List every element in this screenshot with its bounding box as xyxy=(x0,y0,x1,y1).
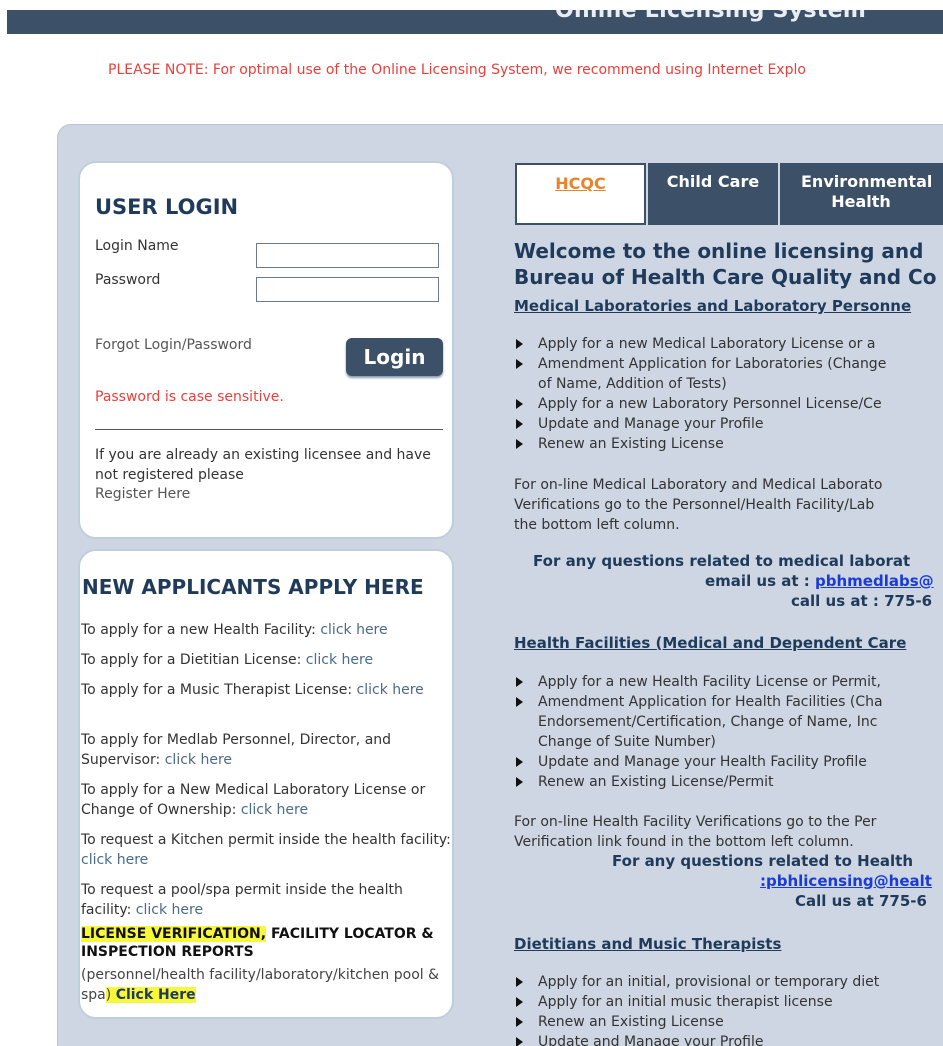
bullet-icon xyxy=(516,757,523,767)
register-link[interactable]: Register Here xyxy=(95,486,190,502)
list-item: Update and Manage your Profile xyxy=(514,414,943,434)
apply-item-text: To apply for Medlab Personnel, Director,… xyxy=(81,732,392,768)
section-medical-labs-title[interactable]: Medical Laboratories and Laboratory Pers… xyxy=(514,297,911,315)
bullet-icon xyxy=(516,997,523,1007)
dietitians-list: Apply for an initial, provisional or tem… xyxy=(514,972,943,1046)
bullet-icon xyxy=(516,1017,523,1027)
app-title: Online Licensing System xyxy=(555,10,867,23)
list-item: Apply for an initial, provisional or tem… xyxy=(514,972,943,992)
login-name-input[interactable] xyxy=(256,243,439,268)
bullet-icon xyxy=(516,777,523,787)
apply-item: To request a Kitchen permit inside the h… xyxy=(81,830,453,870)
list-item: Apply for an initial music therapist lic… xyxy=(514,992,943,1012)
welcome-line-2: Bureau of Health Care Quality and Co xyxy=(514,265,937,289)
medical-labs-phone: call us at : 775-6 xyxy=(791,592,933,610)
apply-item: To apply for a New Medical Laboratory Li… xyxy=(81,780,453,820)
tab-environmental-health-label: Environmental Health xyxy=(801,172,933,211)
health-facilities-list: Apply for a new Health Facility License … xyxy=(514,672,943,792)
list-item: Apply for a new Health Facility License … xyxy=(514,672,943,692)
list-item: Update and Manage your Profile xyxy=(514,1032,943,1046)
apply-item-text: To apply for a Music Therapist License: xyxy=(81,682,357,698)
divider xyxy=(95,429,443,430)
login-name-label: Login Name xyxy=(95,238,179,254)
medical-labs-list: Apply for a new Medical Laboratory Licen… xyxy=(514,334,943,454)
list-item: Amendment Application for Laboratories (… xyxy=(514,354,943,374)
license-verification-link[interactable]: Click Here xyxy=(115,987,196,1003)
bullet-icon xyxy=(516,359,523,369)
login-button[interactable]: Login xyxy=(346,338,443,376)
password-label: Password xyxy=(95,272,161,288)
list-item: Update and Manage your Health Facility P… xyxy=(514,752,943,772)
forgot-login-link[interactable]: Forgot Login/Password xyxy=(95,337,252,353)
list-item: Renew an Existing License xyxy=(514,1012,943,1032)
bullet-icon xyxy=(516,439,523,449)
apply-health-facility-link[interactable]: click here xyxy=(320,622,387,638)
medical-labs-email-line: email us at : pbhmedlabs@ xyxy=(705,572,934,590)
list-item: Change of Suite Number) xyxy=(538,734,716,750)
bullet-icon xyxy=(516,697,523,707)
apply-kitchen-permit-link[interactable]: click here xyxy=(81,852,148,868)
apply-item-text: To request a Kitchen permit inside the h… xyxy=(81,832,451,848)
welcome-heading: Welcome to the online licensing and Bure… xyxy=(514,238,943,290)
tab-hcqc[interactable]: HCQC xyxy=(515,163,646,225)
page: Online Licensing System PLEASE NOTE: For… xyxy=(0,0,943,1046)
section-health-facilities-title[interactable]: Health Facilities (Medical and Dependent… xyxy=(514,634,906,652)
list-item: Endorsement/Certification, Change of Nam… xyxy=(538,714,878,730)
list-item: Apply for a new Medical Laboratory Licen… xyxy=(514,334,943,354)
section-dietitians-title[interactable]: Dietitians and Music Therapists xyxy=(514,935,781,953)
apply-pool-spa-link[interactable]: click here xyxy=(136,902,203,918)
header-bar: Online Licensing System xyxy=(7,10,943,34)
welcome-line-1: Welcome to the online licensing and xyxy=(514,239,924,263)
browser-notice: PLEASE NOTE: For optimal use of the Onli… xyxy=(108,62,806,78)
tab-environmental-health[interactable]: Environmental Health xyxy=(780,163,943,225)
tab-child-care[interactable]: Child Care xyxy=(648,163,778,225)
license-verification-highlight: LICENSE VERIFICATION, xyxy=(81,926,267,942)
apply-item-text: To request a pool/spa permit inside the … xyxy=(81,882,403,918)
list-item: Renew an Existing License xyxy=(514,434,943,454)
apply-item: To request a pool/spa permit inside the … xyxy=(81,880,453,920)
medical-labs-question: For any questions related to medical lab… xyxy=(533,552,911,570)
apply-item: To apply for a Music Therapist License: … xyxy=(81,680,453,700)
apply-item-text: To apply for a new Health Facility: xyxy=(81,622,321,638)
existing-licensee-text: If you are already an existing licensee … xyxy=(95,447,431,483)
medlabs-email-link[interactable]: pbhmedlabs@ xyxy=(815,572,934,590)
license-verification-sub: (personnel/health facility/laboratory/ki… xyxy=(81,965,453,1005)
case-sensitive-note: Password is case sensitive. xyxy=(95,389,284,405)
apply-item: To apply for a Dietitian License: click … xyxy=(81,650,453,670)
medical-labs-verification-text: For on-line Medical Laboratory and Medic… xyxy=(514,477,883,533)
health-facility-verification-text: For on-line Health Facility Verification… xyxy=(514,814,877,850)
login-title: USER LOGIN xyxy=(95,195,239,219)
bullet-icon xyxy=(516,677,523,687)
password-input[interactable] xyxy=(256,277,439,302)
health-facility-question: For any questions related to Health xyxy=(612,852,914,870)
apply-medlab-personnel-link[interactable]: click here xyxy=(165,752,232,768)
apply-medical-lab-link[interactable]: click here xyxy=(241,802,308,818)
pbh-licensing-email-link[interactable]: :pbhlicensing@healt xyxy=(760,872,932,890)
new-applicants-title: NEW APPLICANTS APPLY HERE xyxy=(82,575,424,599)
apply-item: To apply for Medlab Personnel, Director,… xyxy=(81,730,453,770)
bullet-icon xyxy=(516,339,523,349)
apply-item-text: To apply for a Dietitian License: xyxy=(81,652,306,668)
apply-music-therapist-link[interactable]: click here xyxy=(357,682,424,698)
bullet-icon xyxy=(516,419,523,429)
list-item: Renew an Existing License/Permit xyxy=(514,772,943,792)
list-item: Amendment Application for Health Facilit… xyxy=(514,692,943,712)
bullet-icon xyxy=(516,399,523,409)
apply-dietitian-link[interactable]: click here xyxy=(306,652,373,668)
health-facility-phone: Call us at 775-6 xyxy=(795,892,927,910)
bullet-icon xyxy=(516,977,523,987)
license-verification-heading: LICENSE VERIFICATION, FACILITY LOCATOR &… xyxy=(81,925,453,961)
list-item: Apply for a new Laboratory Personnel Lic… xyxy=(514,394,943,414)
list-item: of Name, Addition of Tests) xyxy=(538,376,727,392)
bullet-icon xyxy=(516,1037,523,1046)
apply-item: To apply for a new Health Facility: clic… xyxy=(81,620,453,640)
